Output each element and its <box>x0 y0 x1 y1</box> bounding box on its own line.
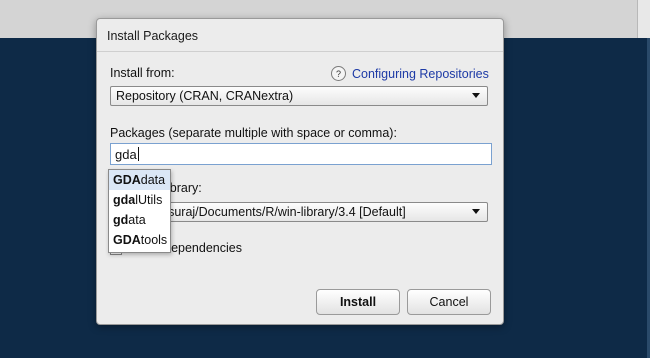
autocomplete-match: GDA <box>113 233 141 247</box>
autocomplete-match: gd <box>113 213 129 227</box>
autocomplete-item[interactable]: GDAtools <box>109 230 170 250</box>
background-window-edge <box>637 0 650 38</box>
autocomplete-match: gda <box>113 193 136 207</box>
dialog-title: Install Packages <box>107 29 199 43</box>
title-divider <box>97 51 503 52</box>
autocomplete-item[interactable]: GDAdata <box>109 170 170 190</box>
autocomplete-rest: tools <box>140 233 168 247</box>
text-caret <box>137 147 139 161</box>
chevron-down-icon <box>472 93 480 98</box>
install-from-label: Install from: <box>110 66 175 80</box>
install-from-select[interactable]: Repository (CRAN, CRANextra) <box>110 86 488 106</box>
autocomplete-rest: ata <box>128 213 146 227</box>
autocomplete-rest: data <box>140 173 166 187</box>
configuring-repositories-link[interactable]: ? Configuring Repositories <box>331 66 489 81</box>
package-autocomplete-list: GDAdata gdalUtils gdata GDAtools <box>108 169 171 253</box>
packages-input[interactable]: gda <box>110 143 492 165</box>
install-button[interactable]: Install <box>316 289 400 315</box>
chevron-down-icon <box>472 209 480 214</box>
help-icon: ? <box>331 66 346 81</box>
install-from-value: Repository (CRAN, CRANextra) <box>116 89 294 103</box>
cancel-button[interactable]: Cancel <box>407 289 491 315</box>
autocomplete-item[interactable]: gdata <box>109 210 170 230</box>
autocomplete-item[interactable]: gdalUtils <box>109 190 170 210</box>
autocomplete-rest: lUtils <box>135 193 163 207</box>
autocomplete-match: GDA <box>113 173 141 187</box>
packages-label: Packages (separate multiple with space o… <box>110 126 397 140</box>
packages-input-value: gda <box>115 147 137 162</box>
help-link-text: Configuring Repositories <box>352 66 489 81</box>
